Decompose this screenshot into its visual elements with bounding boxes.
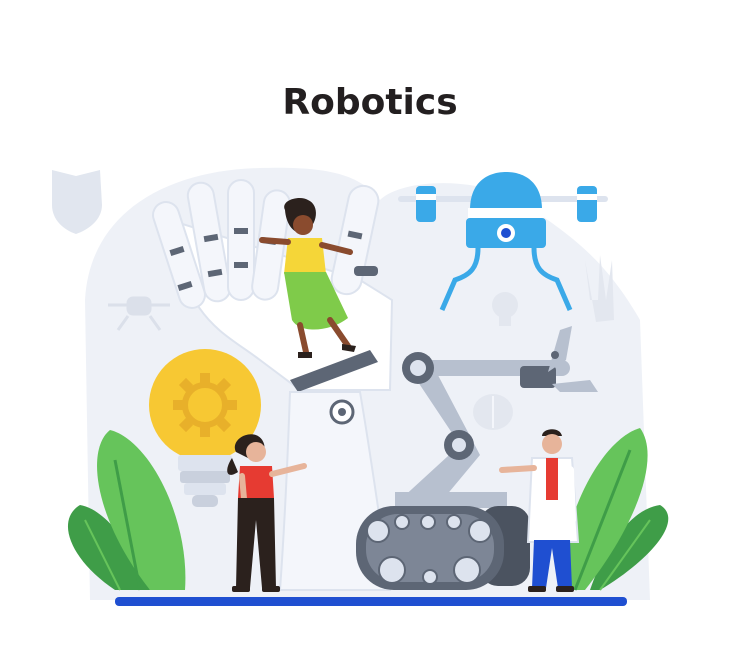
shield-icon [52,170,102,234]
ground-line [115,597,627,606]
robotics-scene [52,167,669,606]
illustration-canvas: Robotics [0,0,740,652]
brain-icon [473,394,513,430]
